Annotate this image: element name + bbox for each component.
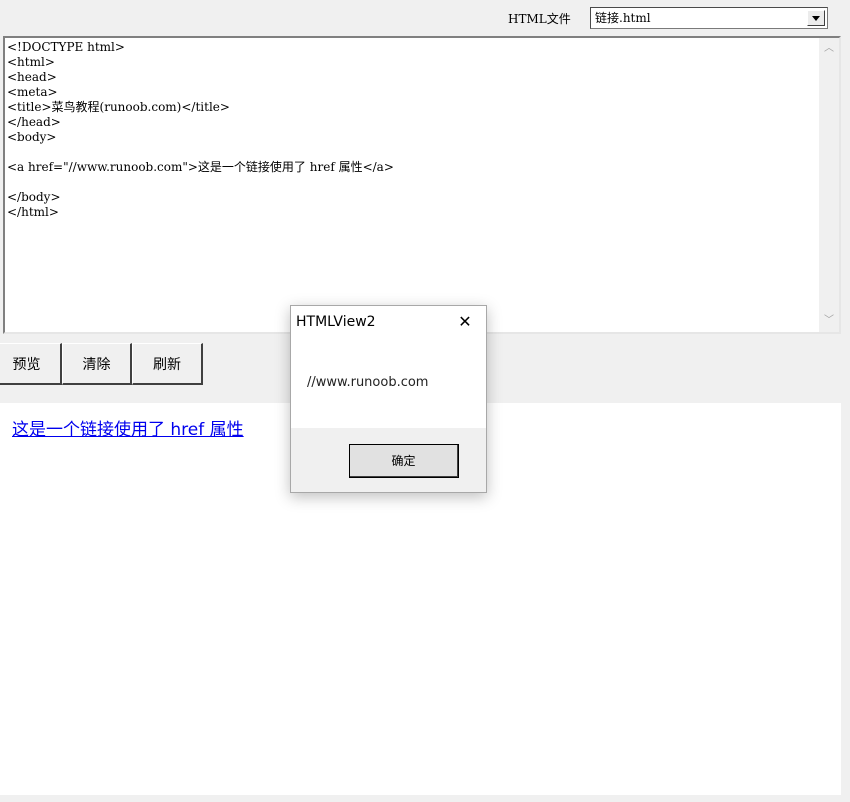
ok-button[interactable]: 确定 bbox=[349, 444, 459, 478]
preview-button[interactable]: 预览 bbox=[0, 343, 62, 385]
file-select[interactable]: 链接.html bbox=[590, 7, 828, 29]
refresh-button[interactable]: 刷新 bbox=[132, 343, 203, 385]
html-file-label: HTML文件 bbox=[508, 12, 571, 26]
file-select-value: 链接.html bbox=[595, 11, 651, 25]
dialog-title: HTMLView2 bbox=[296, 314, 376, 330]
dialog-message: //www.runoob.com bbox=[307, 375, 429, 390]
code-editor[interactable]: <!DOCTYPE html> <html> <head> <meta> <ti… bbox=[3, 36, 841, 334]
preview-link[interactable]: 这是一个链接使用了 href 属性 bbox=[12, 415, 244, 440]
dialog-footer: 确定 bbox=[291, 428, 486, 492]
clear-button[interactable]: 清除 bbox=[62, 343, 132, 385]
scroll-up-icon[interactable]: ︿ bbox=[824, 44, 834, 54]
vertical-scrollbar[interactable]: ︿ ﹀ bbox=[819, 38, 839, 332]
scroll-down-icon[interactable]: ﹀ bbox=[824, 316, 834, 326]
code-text[interactable]: <!DOCTYPE html> <html> <head> <meta> <ti… bbox=[7, 40, 817, 220]
chevron-down-icon[interactable] bbox=[807, 10, 825, 26]
close-icon[interactable]: ✕ bbox=[456, 313, 474, 331]
alert-dialog: HTMLView2 ✕ //www.runoob.com 确定 bbox=[290, 305, 487, 493]
